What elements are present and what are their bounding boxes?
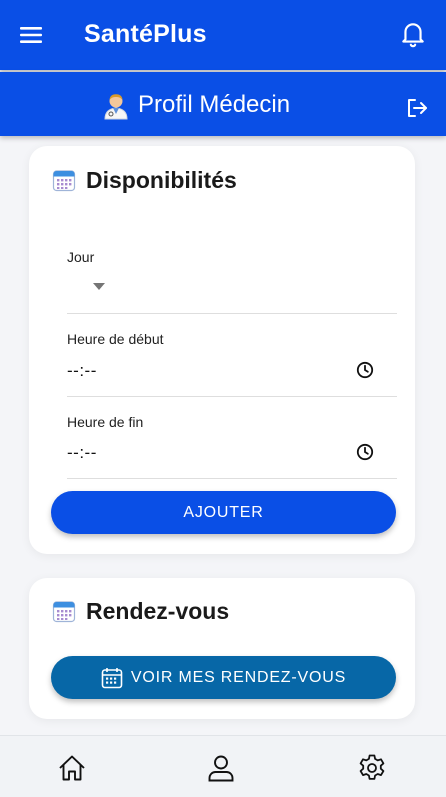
profile-title: Profil Médecin [138, 91, 291, 118]
bell-icon[interactable] [400, 20, 426, 48]
calendar-icon [101, 667, 123, 688]
start-time-label: Heure de début [67, 331, 164, 347]
menu-icon[interactable] [19, 23, 43, 47]
appointments-title: Rendez-vous [86, 598, 230, 624]
home-icon[interactable] [57, 753, 87, 783]
settings-icon[interactable] [357, 753, 387, 783]
dropdown-arrow-icon[interactable] [93, 283, 105, 290]
doctor-icon [104, 94, 128, 120]
end-time-input[interactable]: --:-- [67, 443, 97, 463]
clock-icon[interactable] [356, 443, 374, 461]
calendar-icon [52, 170, 76, 192]
day-label: Jour [67, 249, 95, 265]
app-bar: SantéPlus [0, 0, 446, 70]
add-availability-button[interactable]: AJOUTER [51, 491, 396, 534]
app-title: SantéPlus [84, 20, 207, 48]
start-time-input[interactable]: --:-- [67, 361, 97, 381]
start-time-underline [67, 396, 397, 397]
end-time-label: Heure de fin [67, 414, 144, 430]
view-appointments-button[interactable]: VOIR MES RENDEZ-VOUS [51, 656, 396, 699]
clock-icon[interactable] [356, 361, 374, 379]
view-appointments-label: VOIR MES RENDEZ-VOUS [130, 668, 347, 686]
day-select-underline [67, 313, 397, 314]
logout-icon[interactable] [406, 98, 428, 118]
person-icon[interactable] [206, 753, 236, 783]
end-time-underline [67, 478, 397, 479]
availability-title: Disponibilités [86, 167, 237, 193]
calendar-icon [52, 601, 76, 623]
add-button-label: AJOUTER [183, 503, 264, 521]
